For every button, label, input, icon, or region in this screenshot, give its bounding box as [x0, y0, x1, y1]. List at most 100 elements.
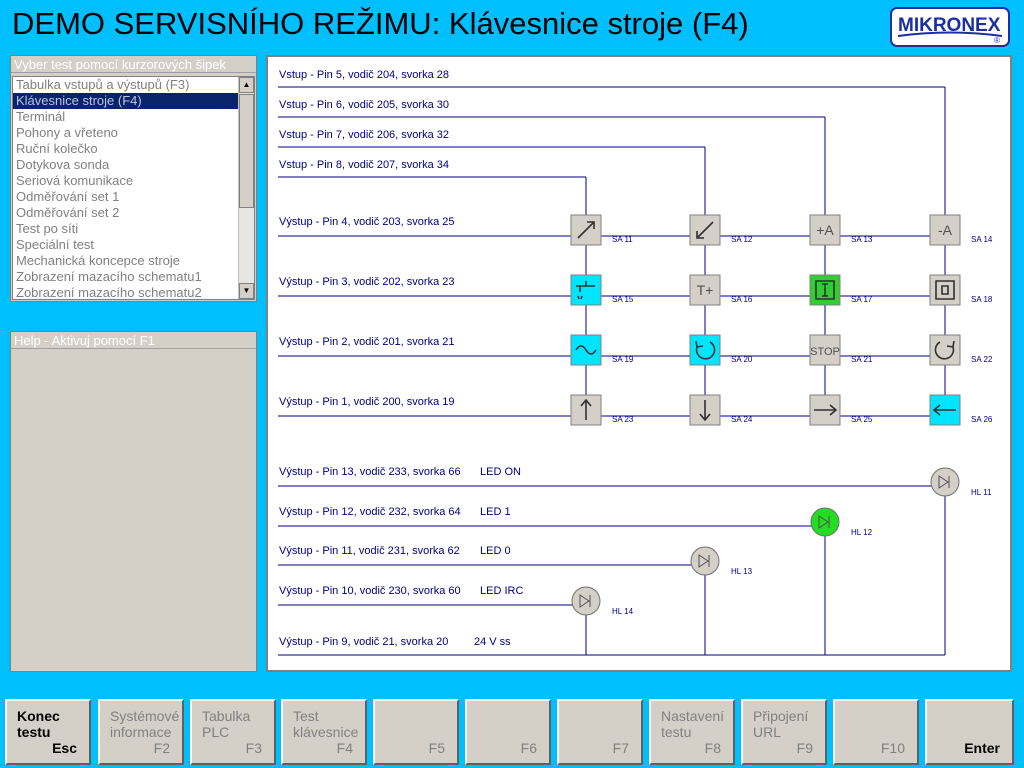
svg-text:STOP: STOP [810, 346, 840, 358]
keyboard-key-sa-13: +A [809, 214, 841, 246]
test-list-item[interactable]: Speciální test [13, 237, 240, 253]
keyboard-key-sa-24 [689, 394, 721, 426]
test-list-item[interactable]: Terminál [13, 109, 240, 125]
keyboard-key-sa-12 [689, 214, 721, 246]
fkey-f5[interactable]: F5 [373, 699, 459, 765]
fkey-label: Test [293, 708, 319, 724]
key-id-label: SA 13 [851, 235, 873, 244]
keyboard-key-sa-22 [929, 334, 961, 366]
key-legend: +A [816, 222, 834, 238]
test-list-item[interactable]: Dotykova sonda [13, 157, 240, 173]
keyboard-key-sa-17 [809, 274, 841, 306]
fkey-enter[interactable]: Enter [925, 699, 1014, 765]
fkey-label: testu [661, 724, 692, 740]
fkey-f9[interactable]: Připojení URL F9 [741, 699, 827, 765]
scroll-thumb[interactable] [239, 94, 254, 208]
led-indicator-icon [690, 546, 720, 576]
key-id-label: SA 17 [851, 295, 873, 304]
key-id-label: SA 19 [612, 355, 634, 364]
input-label: Vstup - Pin 7, vodič 206, svorka 32 [279, 129, 449, 141]
test-list-item[interactable]: Odměřování set 2 [13, 205, 240, 221]
fkey-label: F3 [245, 740, 262, 756]
function-key-bar: Konec testu Esc Systémové informace F2 Tabulka… [5, 699, 1019, 765]
key-legend: STOP [810, 346, 840, 358]
key-id-label: SA 12 [731, 235, 753, 244]
scroll-down-arrow-icon[interactable]: ▼ [239, 283, 254, 299]
input-label: Vstup - Pin 5, vodič 204, svorka 28 [279, 69, 449, 81]
led-name-label: LED 0 [480, 545, 511, 557]
fkey-f8[interactable]: Nastavení testu F8 [649, 699, 735, 765]
input-label: Vstup - Pin 8, vodič 207, svorka 34 [279, 159, 449, 171]
fkey-f2[interactable]: Systémové informace F2 [98, 699, 184, 765]
led-line-label: Výstup - Pin 13, vodič 233, svorka 66 [279, 466, 461, 478]
fkey-label: Připojení [753, 708, 809, 724]
test-list-item[interactable]: Seriová komunikace [13, 173, 240, 189]
led-name-label: LED IRC [480, 585, 523, 597]
key-id-label: SA 18 [971, 295, 993, 304]
test-selection-panel: Vyber test pomocí kurzorových šipek Tabu… [10, 55, 257, 302]
fkey-esc[interactable]: Konec testu Esc [5, 699, 91, 765]
led-id-label: HL 12 [851, 528, 873, 537]
fkey-label: F4 [336, 740, 353, 756]
input-label: Vstup - Pin 6, vodič 205, svorka 30 [279, 99, 449, 111]
key-id-label: SA 24 [731, 415, 753, 424]
keyboard-wiring-diagram: Vstup - Pin 5, vodič 204, svorka 28 Vstup… [266, 55, 1012, 672]
keyboard-key-sa-26 [929, 394, 961, 426]
test-list-item[interactable]: Tabulka vstupů a výstupů (F3) [13, 77, 240, 93]
fkey-label: Enter [964, 740, 1000, 756]
fkey-f3[interactable]: Tabulka PLC F3 [190, 699, 276, 765]
led-name-label: LED 1 [480, 506, 511, 518]
key-id-label: SA 21 [851, 355, 873, 364]
test-list-item[interactable]: Odměřování set 1 [13, 189, 240, 205]
key-id-label: SA 20 [731, 355, 753, 364]
supply-label: Výstup - Pin 9, vodič 21, svorka 20 [279, 636, 448, 648]
test-list-item[interactable]: Mechanická koncepce stroje [13, 253, 240, 269]
fkey-label: informace [110, 724, 172, 740]
fkey-label: F5 [428, 740, 445, 756]
led-name-label: LED ON [480, 466, 521, 478]
svg-text:-A: -A [938, 222, 953, 238]
fkey-label: F8 [704, 740, 721, 756]
keyboard-key-sa-20 [689, 334, 721, 366]
listbox-scrollbar[interactable]: ▲ ▼ [238, 77, 254, 299]
led-indicator-icon [930, 467, 960, 497]
output-label: Výstup - Pin 3, vodič 202, svorka 23 [279, 276, 454, 288]
fkey-label: PLC [202, 724, 230, 740]
test-list-item[interactable]: Ruční kolečko [13, 141, 240, 157]
test-listbox[interactable]: Tabulka vstupů a výstupů (F3) Klávesnice … [12, 76, 255, 300]
help-panel: Help - Aktivuj pomocí F1 [10, 331, 257, 672]
output-label: Výstup - Pin 4, vodič 203, svorka 25 [279, 216, 454, 228]
key-id-label: SA 15 [612, 295, 634, 304]
test-list-item[interactable]: Test po síti [13, 221, 240, 237]
svg-text:+A: +A [816, 222, 834, 238]
test-list-items: Tabulka vstupů a výstupů (F3) Klávesnice … [13, 77, 240, 299]
fkey-f6[interactable]: F6 [465, 699, 551, 765]
fkey-f7[interactable]: F7 [557, 699, 643, 765]
fkey-f10[interactable]: F10 [833, 699, 919, 765]
led-line-label: Výstup - Pin 10, vodič 230, svorka 60 [279, 585, 461, 597]
led-id-label: HL 11 [971, 488, 992, 497]
scroll-up-arrow-icon[interactable]: ▲ [239, 77, 254, 93]
keyboard-key-sa-18 [929, 274, 961, 306]
output-label: Výstup - Pin 1, vodič 200, svorka 19 [279, 396, 454, 408]
mikronex-logo: MIKRONEX ® [890, 7, 1010, 47]
key-id-label: SA 22 [971, 355, 993, 364]
fkey-label: Konec [17, 708, 60, 724]
keyboard-key-sa-23 [570, 394, 602, 426]
output-label: Výstup - Pin 2, vodič 201, svorka 21 [279, 336, 454, 348]
test-list-item[interactable]: Zobrazení mazacího schematu2 [13, 285, 240, 299]
led-indicator-icon [810, 507, 840, 537]
supply-value: 24 V ss [474, 636, 511, 648]
fkey-label: Tabulka [202, 708, 251, 724]
key-legend: T+ [697, 282, 714, 298]
fkey-label: Esc [52, 740, 77, 756]
test-list-item[interactable]: Klávesnice stroje (F4) [13, 93, 240, 109]
fkey-label: F7 [612, 740, 629, 756]
test-list-item[interactable]: Zobrazení mazacího schematu1 [13, 269, 240, 285]
fkey-label: Systémové [110, 708, 180, 724]
keyboard-key-sa-19 [570, 334, 602, 366]
test-list-item[interactable]: Pohony a vřeteno [13, 125, 240, 141]
fkey-f4[interactable]: Test klávesnice F4 [281, 699, 367, 765]
key-id-label: SA 14 [971, 235, 993, 244]
key-id-label: SA 16 [731, 295, 753, 304]
